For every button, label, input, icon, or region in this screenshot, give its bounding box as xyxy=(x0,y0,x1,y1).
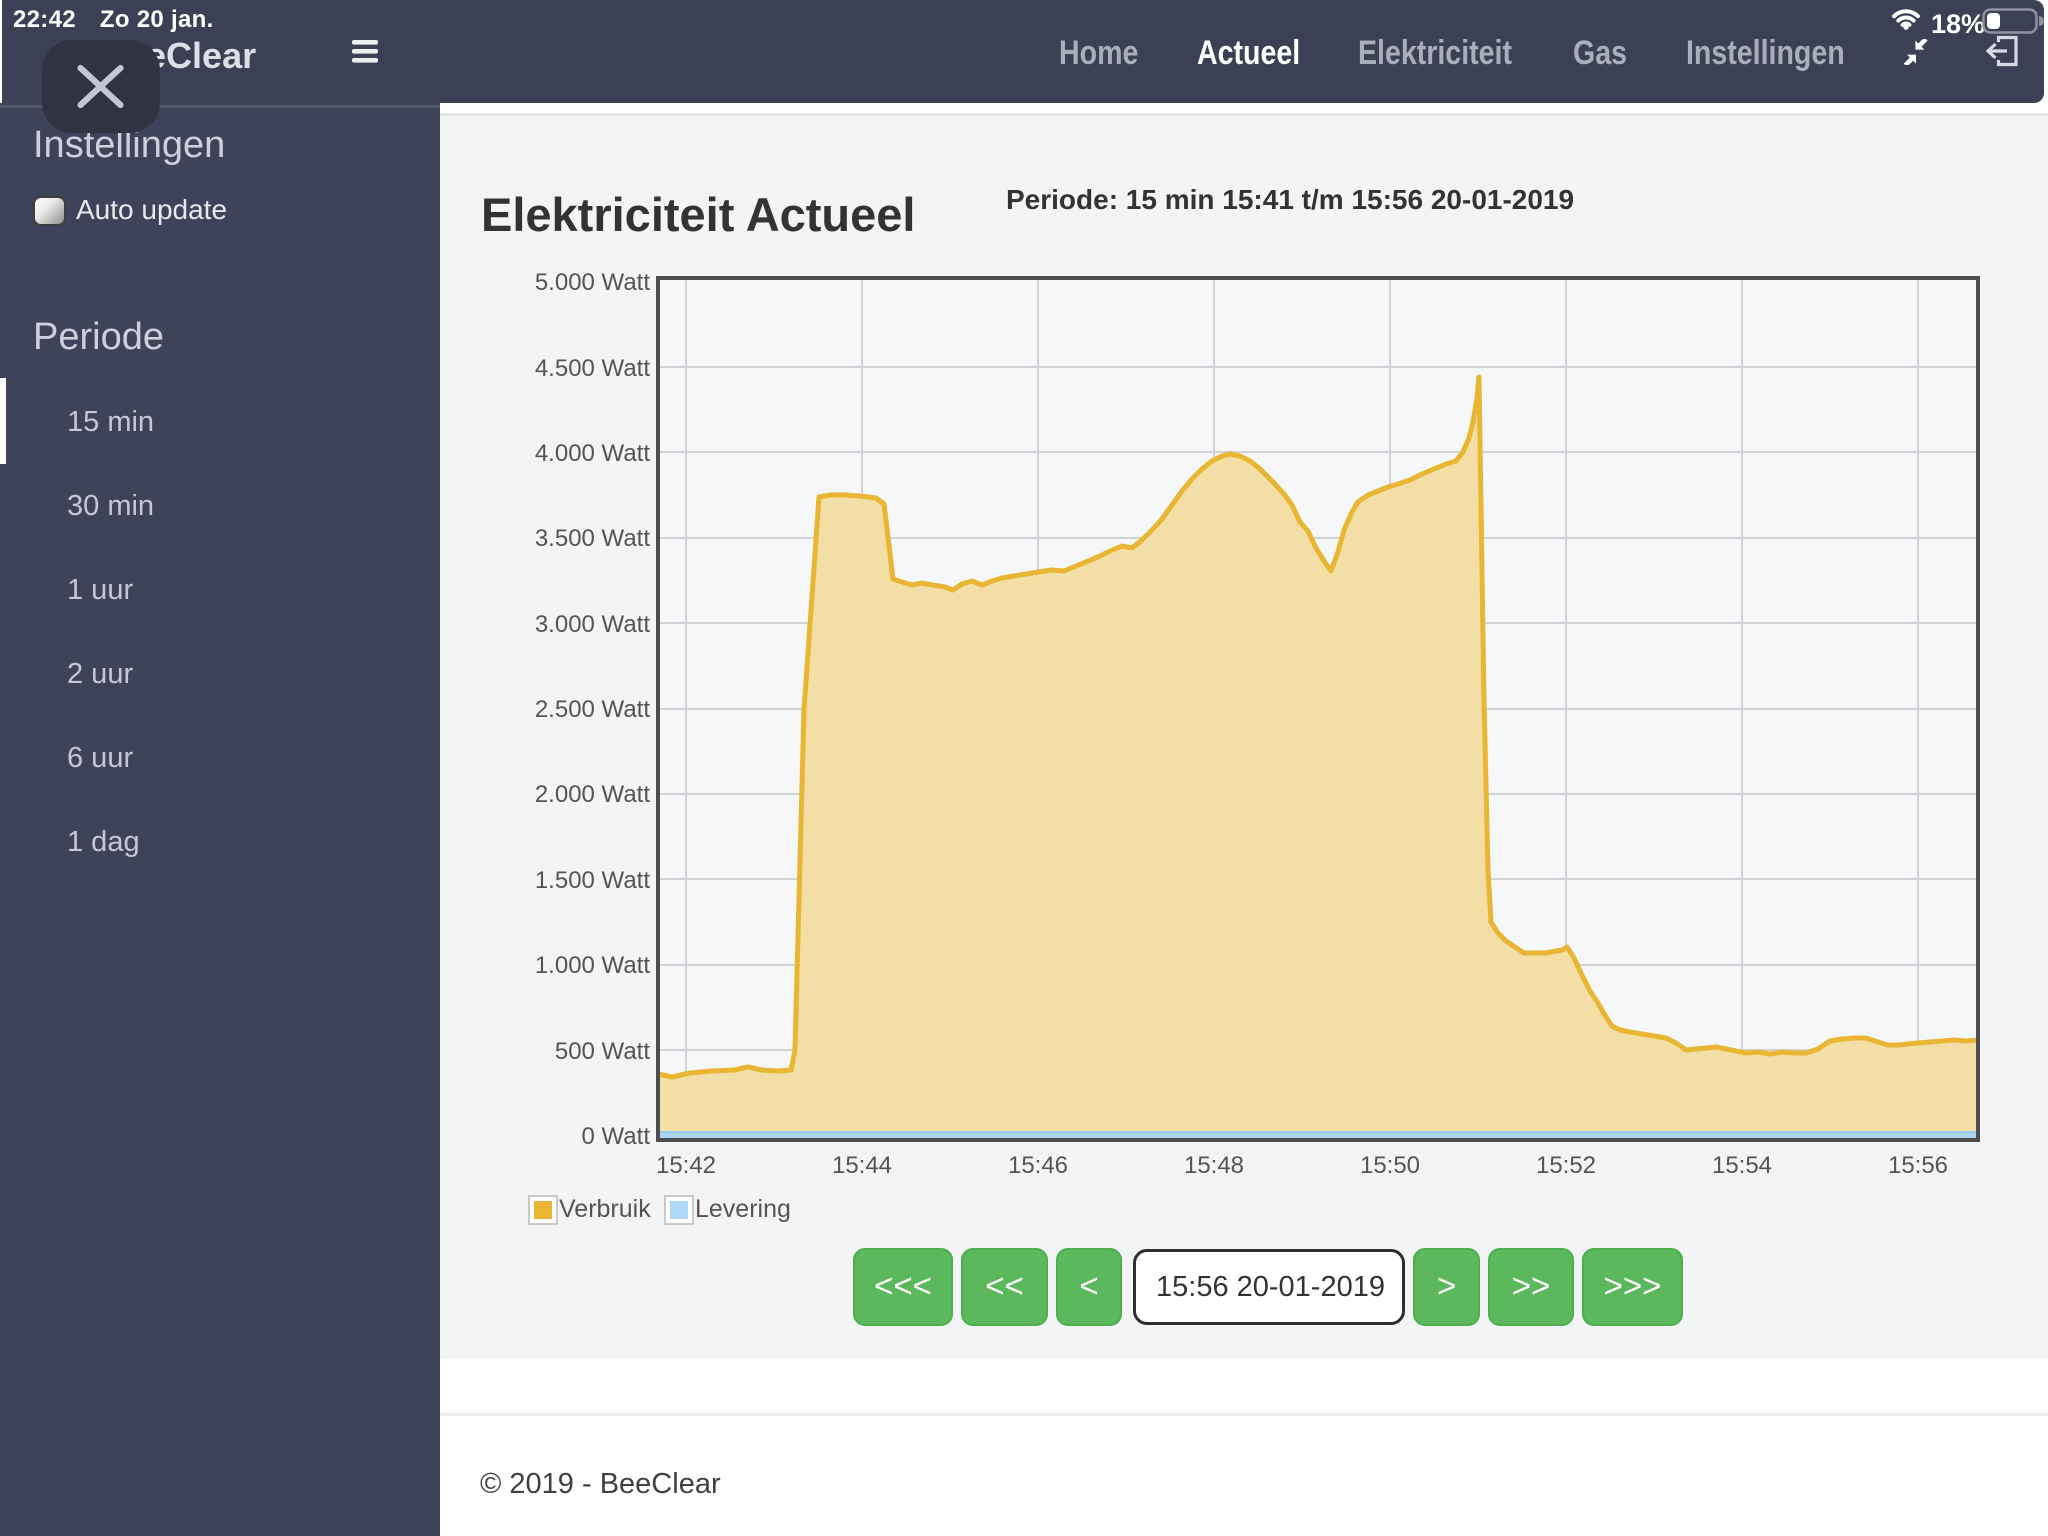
svg-text:2.000 Watt: 2.000 Watt xyxy=(535,781,651,808)
svg-text:4.000 Watt: 4.000 Watt xyxy=(535,440,651,467)
svg-text:1.500 Watt: 1.500 Watt xyxy=(535,867,651,894)
svg-text:3.000 Watt: 3.000 Watt xyxy=(535,611,651,638)
svg-text:5.000 Watt: 5.000 Watt xyxy=(535,269,651,296)
svg-text:15:50: 15:50 xyxy=(1360,1152,1420,1179)
svg-text:3.500 Watt: 3.500 Watt xyxy=(535,525,651,552)
svg-text:2.500 Watt: 2.500 Watt xyxy=(535,696,651,723)
svg-text:15:46: 15:46 xyxy=(1008,1152,1068,1179)
svg-text:500 Watt: 500 Watt xyxy=(555,1038,650,1065)
svg-text:4.500 Watt: 4.500 Watt xyxy=(535,355,651,382)
svg-text:15:42: 15:42 xyxy=(656,1152,716,1179)
svg-text:15:54: 15:54 xyxy=(1712,1152,1772,1179)
svg-text:15:56: 15:56 xyxy=(1888,1152,1948,1179)
svg-text:15:44: 15:44 xyxy=(832,1152,892,1179)
svg-text:1.000 Watt: 1.000 Watt xyxy=(535,952,651,979)
svg-text:15:48: 15:48 xyxy=(1184,1152,1244,1179)
svg-text:0 Watt: 0 Watt xyxy=(582,1123,651,1150)
svg-text:15:52: 15:52 xyxy=(1536,1152,1596,1179)
